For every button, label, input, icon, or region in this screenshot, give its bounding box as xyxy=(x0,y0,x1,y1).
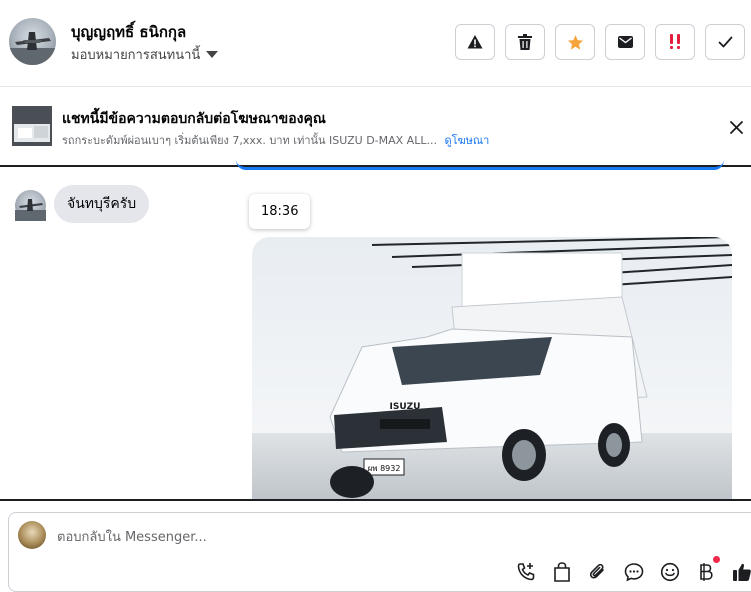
paperclip-icon xyxy=(588,562,608,582)
composer-divider xyxy=(0,499,751,501)
thumbs-up-icon xyxy=(732,562,751,582)
ad-banner-subtitle: รถกระบะดัมพ์ผ่อนเบาๆ เริ่มต้นเพียง 7,xxx… xyxy=(62,131,489,149)
chat-bubble-icon xyxy=(624,562,644,582)
ad-thumbnail[interactable] xyxy=(12,106,52,146)
reply-input[interactable] xyxy=(57,527,657,547)
priority-icon xyxy=(668,34,682,50)
truck-brand-text: ISUZU xyxy=(390,402,421,412)
message-text: จันทบุรีครับ xyxy=(67,193,136,215)
incoming-message-bubble[interactable]: จันทบุรีครับ xyxy=(54,185,149,223)
payment-button[interactable] xyxy=(694,560,717,583)
header-actions xyxy=(455,24,745,60)
like-button[interactable] xyxy=(730,560,751,583)
assign-label: มอบหมายการสนทนานี้ xyxy=(71,44,200,65)
bag-icon xyxy=(553,562,571,582)
contact-avatar[interactable] xyxy=(9,18,56,65)
page-avatar xyxy=(18,521,46,549)
baht-icon xyxy=(698,562,714,582)
ad-description: รถกระบะดัมพ์ผ่อนเบาๆ เริ่มต้นเพียง 7,xxx… xyxy=(62,134,437,147)
close-icon xyxy=(730,121,743,134)
check-icon xyxy=(718,36,733,48)
shop-button[interactable] xyxy=(550,560,573,583)
mark-unread-button[interactable] xyxy=(605,24,645,60)
assign-dropdown[interactable]: มอบหมายการสนทนานี้ xyxy=(71,44,218,65)
message-thread: จันทบุรีครับ 18:36 xyxy=(0,168,751,499)
done-button[interactable] xyxy=(705,24,745,60)
scroll-indicator xyxy=(236,160,724,170)
star-button[interactable] xyxy=(555,24,595,60)
star-icon xyxy=(567,34,584,51)
contact-name: บุญญฤทธิ์ ธนิกกุล xyxy=(71,20,186,44)
attach-button[interactable] xyxy=(586,560,609,583)
priority-button[interactable] xyxy=(655,24,695,60)
license-plate-text: ผพ 8932 xyxy=(368,464,401,473)
timestamp-text: 18:36 xyxy=(261,204,298,219)
shared-photo[interactable]: ISUZU ผพ 8932 xyxy=(252,237,732,499)
close-banner-button[interactable] xyxy=(725,116,747,138)
composer-tools xyxy=(514,560,751,583)
saved-replies-button[interactable] xyxy=(622,560,645,583)
call-add-button[interactable] xyxy=(514,560,537,583)
emoji-button[interactable] xyxy=(658,560,681,583)
sender-avatar[interactable] xyxy=(15,190,46,221)
notification-dot xyxy=(713,556,720,563)
conversation-header: บุญญฤทธิ์ ธนิกกุล มอบหมายการสนทนานี้ xyxy=(0,0,751,87)
report-button[interactable] xyxy=(455,24,495,60)
report-icon xyxy=(467,34,483,50)
caret-down-icon xyxy=(206,51,218,58)
view-ad-link[interactable]: ดูโฆษณา xyxy=(444,134,489,147)
mail-icon xyxy=(618,36,633,48)
timestamp-tooltip: 18:36 xyxy=(249,194,310,229)
delete-button[interactable] xyxy=(505,24,545,60)
ad-reply-banner: แชทนี้มีข้อความตอบกลับต่อโฆษณาของคุณ รถก… xyxy=(0,88,751,167)
trash-icon xyxy=(518,34,532,50)
call-add-icon xyxy=(516,562,536,582)
message-composer xyxy=(8,512,751,592)
emoji-icon xyxy=(660,562,680,582)
ad-banner-title: แชทนี้มีข้อความตอบกลับต่อโฆษณาของคุณ xyxy=(62,108,326,130)
